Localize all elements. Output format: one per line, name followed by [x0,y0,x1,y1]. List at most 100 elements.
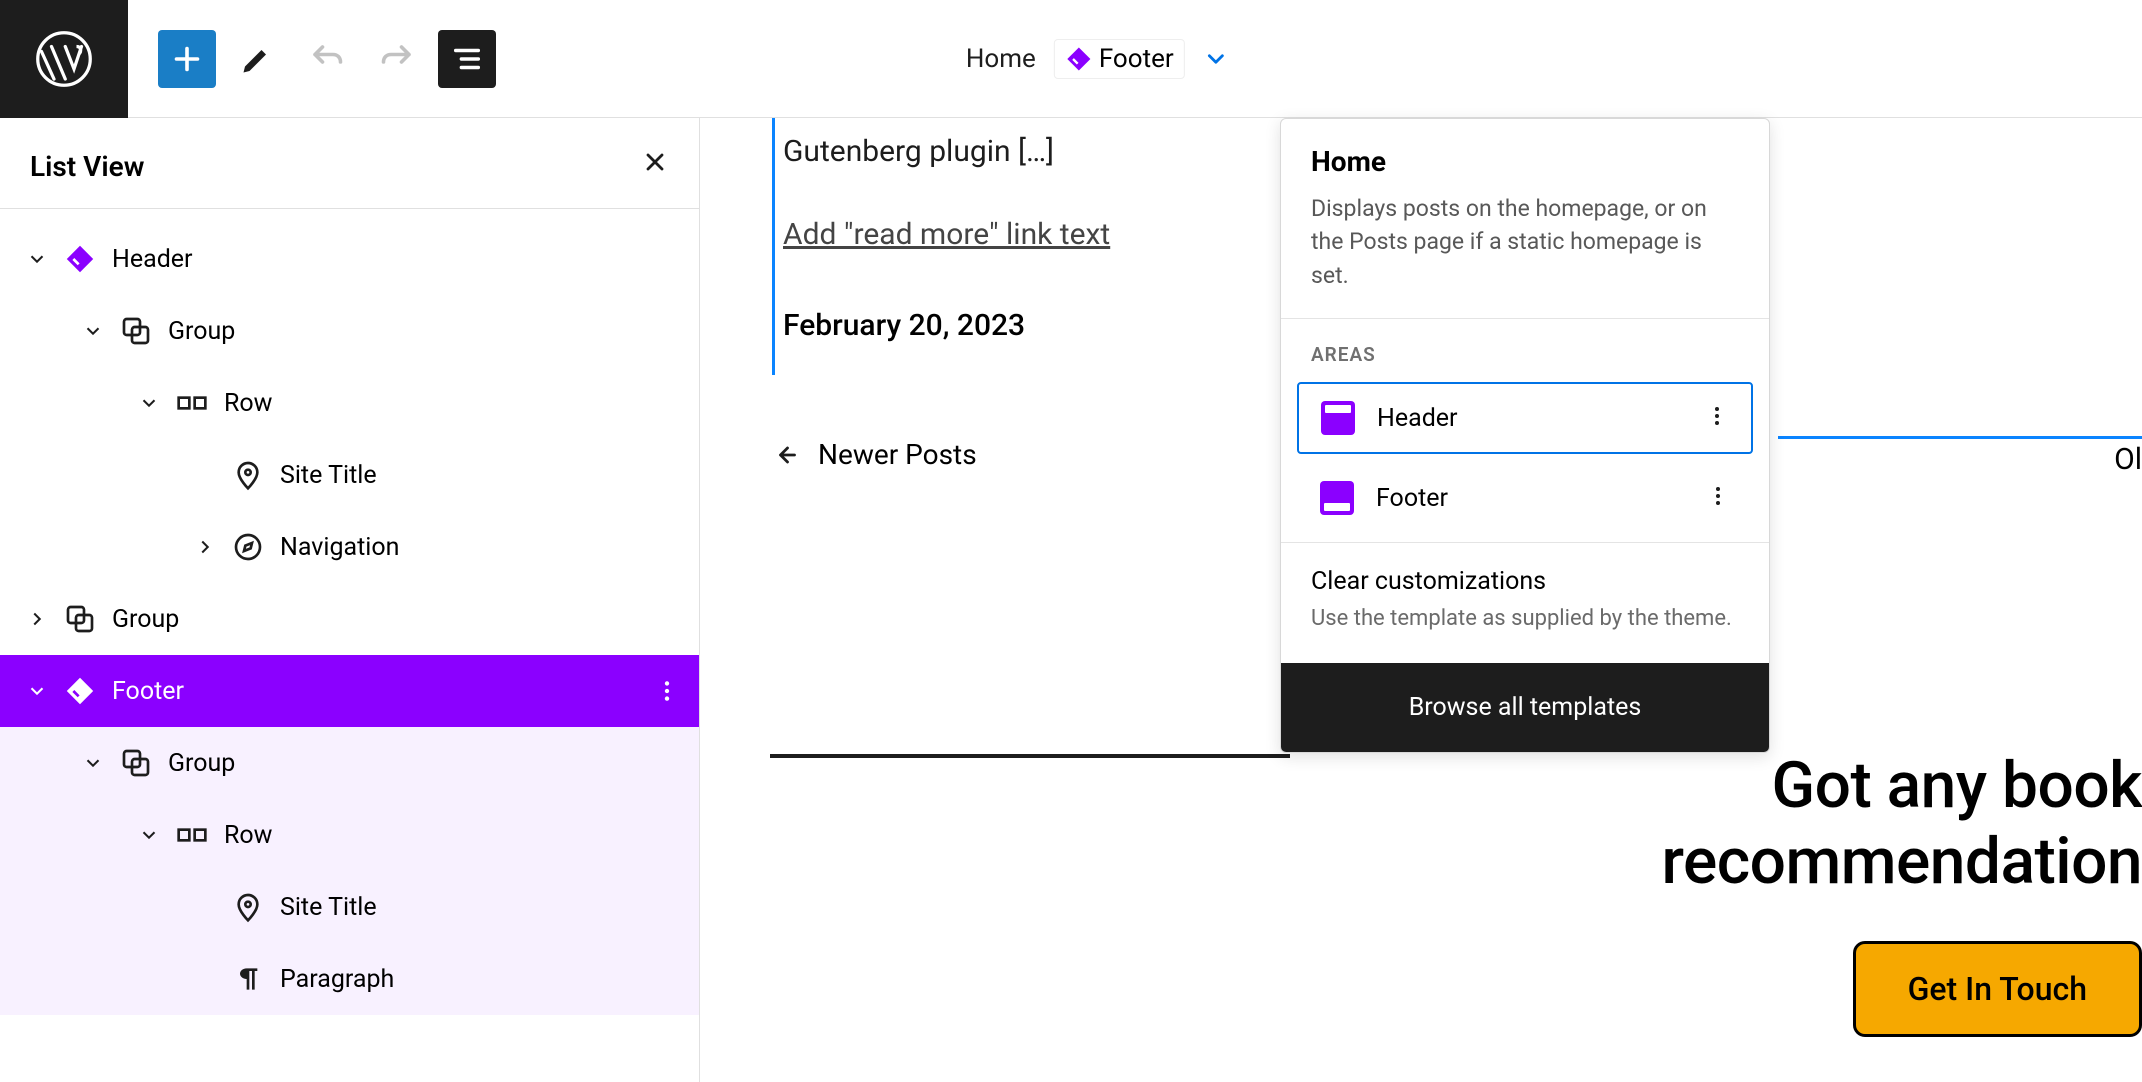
chevron-down-icon [26,680,48,702]
dropdown-area-header[interactable]: Header [1297,382,1753,454]
browse-all-templates-button[interactable]: Browse all templates [1281,663,1769,752]
post-excerpt-text: Gutenberg plugin […] [783,134,1284,169]
tree-label: Group [168,749,687,778]
tree-item-more-button[interactable] [647,678,687,704]
dropdown-template-info: Home Displays posts on the homepage, or … [1281,119,1769,319]
list-view-icon [450,42,484,76]
template-part-icon [64,675,96,707]
area-more-button[interactable] [1706,484,1730,512]
dropdown-areas-heading: AREAS [1281,319,1769,382]
tree-item-group[interactable]: Group [0,727,699,799]
dropdown-clear-section[interactable]: Clear customizations Use the template as… [1281,542,1769,663]
tree-item-header[interactable]: Header [0,223,699,295]
cta-l1: Got any book [1772,748,2142,823]
chevron-down-icon[interactable] [1203,46,1229,72]
read-more-link[interactable]: Add "read more" link text [783,217,1110,252]
tree-item-site-title[interactable]: Site Title [0,439,699,511]
paragraph-icon [232,963,264,995]
dropdown-area-label: Header [1377,404,1683,433]
post-date: February 20, 2023 [783,308,1284,343]
template-part-icon [1065,45,1093,73]
pencil-icon [239,41,275,77]
list-view-tree: Header Group Row Site Title Navigation G… [0,209,699,1015]
tree-item-group[interactable]: Group [0,295,699,367]
edit-tool-button[interactable] [228,30,286,88]
cta-l2: recommendation [1661,824,2142,899]
dropdown-area-footer[interactable]: Footer [1297,462,1753,534]
close-icon [641,148,669,176]
dropdown-clear-description: Use the template as supplied by the them… [1311,604,1739,635]
tree-label: Group [112,605,687,634]
tree-label: Site Title [280,461,687,490]
tree-item-paragraph[interactable]: Paragraph [0,943,699,1015]
tree-label: Navigation [280,533,687,562]
cta-text-line: Got any book recommendation [1661,748,2142,899]
footer-block-outline [1778,436,2142,439]
chevron-down-icon [82,752,104,774]
map-pin-icon [232,459,264,491]
tree-label: Group [168,317,687,346]
redo-icon [379,41,415,77]
tree-label: Site Title [280,893,687,922]
tree-label: Row [224,821,687,850]
list-view-close-button[interactable] [641,148,669,184]
tree-label: Footer [112,677,631,706]
tree-item-navigation[interactable]: Navigation [0,511,699,583]
plus-icon [169,41,205,77]
chevron-right-icon [26,608,48,630]
breadcrumb-home[interactable]: Home [966,44,1036,74]
map-pin-icon [232,891,264,923]
template-part-icon [64,243,96,275]
tree-item-group[interactable]: Group [0,583,699,655]
undo-icon [309,41,345,77]
group-icon [64,603,96,635]
row-icon [176,387,208,419]
row-icon [176,819,208,851]
get-in-touch-button[interactable]: Get In Touch [1853,941,2142,1037]
toolbar-left-group [128,30,496,88]
dropdown-clear-title: Clear customizations [1311,567,1739,596]
list-view-toggle-button[interactable] [438,30,496,88]
chevron-down-icon [26,248,48,270]
area-more-button[interactable] [1705,404,1729,432]
post-block[interactable]: Gutenberg plugin […] Add "read more" lin… [772,118,1292,375]
tree-label: Paragraph [280,965,687,994]
undo-button[interactable] [298,30,356,88]
tree-item-site-title[interactable]: Site Title [0,871,699,943]
newer-posts-label: Newer Posts [818,438,977,471]
chevron-down-icon [82,320,104,342]
breadcrumb-footer-label: Footer [1099,44,1174,74]
newer-posts-link[interactable]: Newer Posts [770,438,977,471]
chevron-down-icon [138,824,160,846]
arrow-left-icon [770,441,798,469]
wordpress-icon [34,29,94,89]
breadcrumb-footer[interactable]: Footer [1054,39,1185,79]
more-vertical-icon [1705,404,1729,428]
redo-button[interactable] [368,30,426,88]
compass-icon [232,531,264,563]
group-icon [120,315,152,347]
list-view-title: List View [30,150,144,183]
dropdown-area-label: Footer [1376,484,1684,513]
header-area-icon [1321,401,1355,435]
chevron-down-icon [138,392,160,414]
tree-item-row[interactable]: Row [0,367,699,439]
older-posts-truncated: Ol [2114,442,2142,477]
tree-label: Header [112,245,687,274]
wordpress-logo-button[interactable] [0,0,128,118]
editor-topbar: Home Footer [0,0,2142,118]
group-icon [120,747,152,779]
add-block-button[interactable] [158,30,216,88]
dropdown-template-description: Displays posts on the homepage, or on th… [1311,192,1739,292]
separator-block [770,754,1290,758]
tree-item-row[interactable]: Row [0,799,699,871]
dropdown-template-name: Home [1311,145,1739,178]
template-dropdown: Home Displays posts on the homepage, or … [1280,118,1770,753]
list-view-header: List View [0,118,699,209]
tree-label: Row [224,389,687,418]
tree-item-footer[interactable]: Footer [0,655,699,727]
editor-canvas: Gutenberg plugin […] Add "read more" lin… [700,118,2142,1082]
breadcrumb: Home Footer [966,39,1229,79]
more-vertical-icon [1706,484,1730,508]
list-view-panel: List View Header Group Row Site Title [0,118,700,1082]
